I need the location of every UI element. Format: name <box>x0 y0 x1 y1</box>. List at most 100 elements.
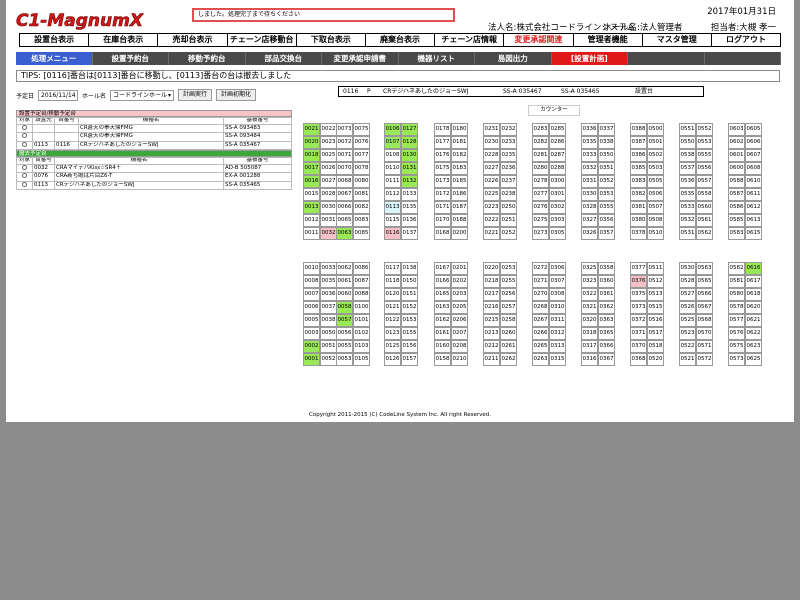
machine-slot[interactable]: 0070 <box>336 162 353 175</box>
main-nav-button[interactable]: 設置台表示 <box>19 33 90 47</box>
machine-slot[interactable]: 0135 <box>401 201 418 214</box>
machine-slot[interactable]: 0272 <box>532 262 549 275</box>
machine-slot[interactable]: 0212 <box>483 340 500 353</box>
machine-slot[interactable]: 0378 <box>630 227 647 240</box>
machine-slot[interactable]: 0176 <box>434 149 451 162</box>
machine-slot[interactable]: 0278 <box>532 175 549 188</box>
machine-slot[interactable]: 0388 <box>630 123 647 136</box>
machine-slot[interactable]: 0300 <box>549 175 566 188</box>
machine-slot[interactable]: 0081 <box>353 188 370 201</box>
machine-slot[interactable]: 0588 <box>728 175 745 188</box>
machine-slot[interactable]: 0327 <box>581 214 598 227</box>
machine-slot[interactable]: 0322 <box>581 288 598 301</box>
machine-slot[interactable]: 0385 <box>630 162 647 175</box>
sub-nav-button[interactable]: 処理メニュー <box>16 52 93 65</box>
machine-slot[interactable]: 0181 <box>451 136 468 149</box>
machine-slot[interactable]: 0161 <box>434 327 451 340</box>
machine-slot[interactable]: 0336 <box>581 123 598 136</box>
machine-slot[interactable]: 0260 <box>500 327 517 340</box>
machine-slot[interactable]: 0553 <box>696 136 713 149</box>
machine-slot[interactable]: 0383 <box>630 175 647 188</box>
machine-slot[interactable]: 0101 <box>353 314 370 327</box>
main-nav-button[interactable]: 売却台表示 <box>158 33 228 47</box>
machine-slot[interactable]: 0168 <box>434 227 451 240</box>
machine-slot[interactable]: 0586 <box>728 201 745 214</box>
machine-slot[interactable]: 0002 <box>303 340 320 353</box>
sub-nav-button[interactable]: 変更承認申請書 <box>322 52 399 65</box>
main-nav-button[interactable]: チェーン店情報 <box>435 33 505 47</box>
machine-slot[interactable]: 0516 <box>647 314 664 327</box>
machine-slot[interactable]: 0225 <box>483 188 500 201</box>
machine-slot[interactable]: 0003 <box>303 327 320 340</box>
machine-slot[interactable]: 0502 <box>647 149 664 162</box>
machine-slot[interactable]: 0328 <box>581 201 598 214</box>
machine-slot[interactable]: 0276 <box>532 201 549 214</box>
machine-slot[interactable]: 0171 <box>434 201 451 214</box>
machine-slot[interactable]: 0203 <box>451 288 468 301</box>
main-nav-button[interactable]: チェーン店移動台 <box>227 33 297 47</box>
machine-slot[interactable]: 0210 <box>451 353 468 366</box>
machine-slot[interactable]: 0105 <box>353 353 370 366</box>
machine-slot[interactable]: 0116 <box>384 227 401 240</box>
machine-slot[interactable]: 0508 <box>647 214 664 227</box>
machine-slot[interactable]: 0621 <box>745 314 762 327</box>
machine-slot[interactable]: 0302 <box>549 201 566 214</box>
machine-slot[interactable]: 0303 <box>549 214 566 227</box>
machine-slot[interactable]: 0537 <box>679 162 696 175</box>
select-radio[interactable] <box>22 173 27 178</box>
machine-slot[interactable]: 0350 <box>598 149 615 162</box>
machine-slot[interactable]: 0111 <box>384 175 401 188</box>
machine-slot[interactable]: 0308 <box>549 288 566 301</box>
machine-slot[interactable]: 0305 <box>549 227 566 240</box>
machine-slot[interactable]: 0052 <box>320 353 337 366</box>
machine-slot[interactable]: 0268 <box>532 301 549 314</box>
machine-slot[interactable]: 0013 <box>303 201 320 214</box>
machine-slot[interactable]: 0275 <box>532 214 549 227</box>
main-nav-button[interactable]: マスタ管理 <box>642 33 712 47</box>
machine-slot[interactable]: 0008 <box>303 275 320 288</box>
machine-slot[interactable]: 0507 <box>647 201 664 214</box>
machine-slot[interactable]: 0570 <box>696 327 713 340</box>
machine-slot[interactable]: 0123 <box>384 327 401 340</box>
machine-slot[interactable]: 0552 <box>696 123 713 136</box>
machine-slot[interactable]: 0286 <box>549 136 566 149</box>
machine-slot[interactable]: 0065 <box>336 214 353 227</box>
machine-slot[interactable]: 0202 <box>451 275 468 288</box>
machine-slot[interactable]: 0525 <box>679 314 696 327</box>
machine-slot[interactable]: 0106 <box>384 123 401 136</box>
machine-slot[interactable]: 0368 <box>630 353 647 366</box>
main-nav-button[interactable]: 管理者機能 <box>573 33 643 47</box>
machine-slot[interactable]: 0568 <box>696 314 713 327</box>
select-radio[interactable] <box>22 164 27 170</box>
machine-slot[interactable]: 0028 <box>320 188 337 201</box>
hall-select[interactable]: コードラインホール ▾ <box>110 89 175 101</box>
sub-nav-button[interactable]: 移動予約台 <box>169 52 246 65</box>
machine-slot[interactable]: 0162 <box>434 314 451 327</box>
machine-slot[interactable]: 0027 <box>320 175 337 188</box>
machine-slot[interactable]: 0115 <box>384 214 401 227</box>
machine-slot[interactable]: 0172 <box>434 188 451 201</box>
machine-slot[interactable]: 0332 <box>581 162 598 175</box>
machine-slot[interactable]: 0082 <box>353 201 370 214</box>
machine-slot[interactable]: 0503 <box>647 162 664 175</box>
machine-slot[interactable]: 0282 <box>532 136 549 149</box>
machine-slot[interactable]: 0261 <box>500 340 517 353</box>
machine-slot[interactable]: 0571 <box>696 340 713 353</box>
machine-slot[interactable]: 0118 <box>384 275 401 288</box>
machine-slot[interactable]: 0157 <box>401 353 418 366</box>
machine-slot[interactable]: 0611 <box>745 188 762 201</box>
machine-slot[interactable]: 0323 <box>581 275 598 288</box>
machine-slot[interactable]: 0256 <box>500 288 517 301</box>
machine-slot[interactable]: 0511 <box>647 262 664 275</box>
select-radio-cell[interactable] <box>16 163 33 173</box>
machine-slot[interactable]: 0110 <box>384 162 401 175</box>
machine-slot[interactable]: 0207 <box>451 327 468 340</box>
machine-slot[interactable]: 0500 <box>647 123 664 136</box>
machine-slot[interactable]: 0221 <box>483 227 500 240</box>
machine-slot[interactable]: 0607 <box>745 149 762 162</box>
machine-slot[interactable]: 0373 <box>630 301 647 314</box>
machine-slot[interactable]: 0200 <box>451 227 468 240</box>
machine-slot[interactable]: 0307 <box>549 275 566 288</box>
machine-slot[interactable]: 0380 <box>630 214 647 227</box>
machine-slot[interactable]: 0132 <box>401 175 418 188</box>
